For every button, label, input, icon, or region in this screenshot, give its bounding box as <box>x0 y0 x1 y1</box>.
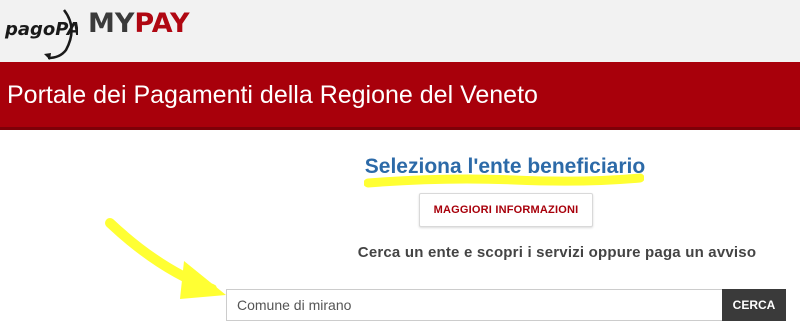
section-heading: Seleziona l'ente beneficiario <box>364 155 646 178</box>
search-input[interactable] <box>226 289 722 321</box>
pagopa-logo[interactable]: pagoPA <box>4 6 78 60</box>
more-info-button[interactable]: MAGGIORI INFORMAZIONI <box>419 193 593 227</box>
mypay-logo-my: MY <box>88 8 135 39</box>
header-banner: Portale dei Pagamenti della Regione del … <box>0 62 800 130</box>
heading-container: Seleziona l'ente beneficiario <box>0 155 800 179</box>
svg-text:pagoPA: pagoPA <box>4 19 78 40</box>
yellow-arrow-annotation <box>105 218 226 299</box>
page-title: Portale dei Pagamenti della Regione del … <box>7 81 538 109</box>
pagopa-logo-mark: pagoPA <box>4 9 78 60</box>
mypay-logo[interactable]: MYPAY <box>88 6 190 42</box>
search-instructions: Cerca un ente e scopri i servizi oppure … <box>357 244 757 261</box>
top-bar: pagoPA MYPAY <box>0 0 800 62</box>
search-button[interactable]: CERCA <box>722 289 786 321</box>
mypay-logo-pay: PAY <box>134 8 190 39</box>
